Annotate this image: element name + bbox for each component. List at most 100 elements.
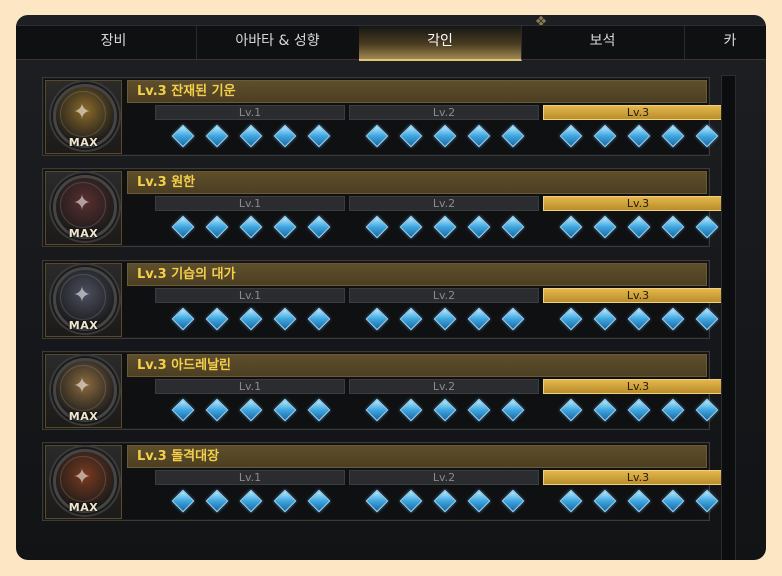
- level-label: Lv.2: [349, 379, 539, 394]
- gem-row: [349, 211, 539, 242]
- engraving-icon-box: ✦ MAX: [45, 171, 122, 245]
- engraving-title-bar: Lv.3 원한: [127, 171, 707, 194]
- level-label: Lv.3: [543, 379, 733, 394]
- engraving-card[interactable]: ✦ MAX Lv.3 돌격대장 Lv.1 Lv.2 Lv.3: [42, 442, 733, 521]
- engraving-title: Lv.3 기습의 대가: [137, 267, 236, 282]
- gem-icon: [467, 489, 491, 513]
- gem-icon: [559, 398, 583, 422]
- gem-icon: [433, 398, 457, 422]
- gem-icon: [501, 489, 525, 513]
- gem-icon: [501, 124, 525, 148]
- gem-icon: [661, 124, 685, 148]
- gem-icon: [627, 215, 651, 239]
- gem-row: [543, 485, 733, 516]
- gem-icon: [695, 215, 719, 239]
- gem-icon: [559, 215, 583, 239]
- gem-icon: [661, 215, 685, 239]
- gem-icon: [171, 398, 195, 422]
- level-label: Lv.3: [543, 105, 733, 120]
- gem-icon: [273, 215, 297, 239]
- gem-icon: [627, 307, 651, 331]
- gem-icon: [501, 398, 525, 422]
- gem-icon: [661, 489, 685, 513]
- gem-icon: [695, 307, 719, 331]
- gem-icon: [399, 489, 423, 513]
- scrollbar[interactable]: [721, 75, 736, 560]
- gem-icon: [433, 307, 457, 331]
- gem-icon: [307, 215, 331, 239]
- gem-icon: [433, 124, 457, 148]
- gem-icon: [593, 489, 617, 513]
- medal-figure-icon: ✦: [72, 191, 92, 216]
- level-segment: Lv.2: [349, 105, 539, 151]
- medal-figure-icon: ✦: [72, 374, 92, 399]
- gem-icon: [365, 489, 389, 513]
- gem-icon: [695, 489, 719, 513]
- gem-icon: [467, 307, 491, 331]
- gem-icon: [593, 307, 617, 331]
- gem-icon: [433, 489, 457, 513]
- engraving-title: Lv.3 아드레날린: [137, 358, 232, 373]
- gem-row: [349, 303, 539, 334]
- gem-icon: [365, 307, 389, 331]
- tab-gems[interactable]: 보석: [521, 26, 685, 59]
- gem-icon: [399, 215, 423, 239]
- gem-icon: [399, 124, 423, 148]
- gem-icon: [661, 307, 685, 331]
- gem-icon: [467, 215, 491, 239]
- level-segment: Lv.2: [349, 288, 539, 334]
- engraving-title: Lv.3 잔재된 기운: [137, 84, 236, 99]
- level-label: Lv.1: [155, 288, 345, 303]
- level-label: Lv.2: [349, 105, 539, 120]
- gem-icon: [171, 307, 195, 331]
- gem-icon: [171, 489, 195, 513]
- engraving-card[interactable]: ✦ MAX Lv.3 원한 Lv.1 Lv.2 Lv.3: [42, 168, 733, 247]
- gem-icon: [365, 124, 389, 148]
- gem-icon: [239, 215, 263, 239]
- engraving-card[interactable]: ✦ MAX Lv.3 기습의 대가 Lv.1 Lv.2 Lv.3: [42, 260, 733, 339]
- medal-figure-icon: ✦: [72, 100, 92, 125]
- gem-icon: [501, 307, 525, 331]
- tab-engraving[interactable]: 각인: [359, 26, 522, 61]
- level-label: Lv.2: [349, 470, 539, 485]
- level-label: Lv.2: [349, 288, 539, 303]
- level-label: Lv.1: [155, 196, 345, 211]
- tab-card[interactable]: 카: [684, 26, 766, 59]
- tab-equipment[interactable]: 장비: [31, 26, 197, 59]
- gem-row: [543, 120, 733, 151]
- engraving-title: Lv.3 돌격대장: [137, 449, 220, 464]
- level-label: Lv.1: [155, 379, 345, 394]
- level-label: Lv.3: [543, 470, 733, 485]
- gem-icon: [273, 489, 297, 513]
- engraving-icon-box: ✦ MAX: [45, 263, 122, 337]
- gem-icon: [273, 124, 297, 148]
- gem-icon: [467, 398, 491, 422]
- max-badge: MAX: [68, 227, 99, 240]
- engraving-card[interactable]: ✦ MAX Lv.3 아드레날린 Lv.1 Lv.2 Lv.3: [42, 351, 733, 430]
- engraving-title-bar: Lv.3 돌격대장: [127, 445, 707, 468]
- engraving-icon-box: ✦ MAX: [45, 445, 122, 519]
- gem-icon: [239, 398, 263, 422]
- gem-icon: [239, 307, 263, 331]
- gem-icon: [627, 398, 651, 422]
- tab-avatar[interactable]: 아바타 & 성향: [196, 26, 360, 59]
- level-segment: Lv.2: [349, 470, 539, 516]
- gem-icon: [627, 489, 651, 513]
- gem-row: [349, 394, 539, 425]
- gem-row: [155, 394, 345, 425]
- gem-row: [155, 120, 345, 151]
- gem-icon: [273, 307, 297, 331]
- level-segment: Lv.1: [155, 196, 345, 242]
- gem-icon: [695, 398, 719, 422]
- gem-icon: [171, 124, 195, 148]
- gem-row: [543, 303, 733, 334]
- level-label: Lv.2: [349, 196, 539, 211]
- tab-bar: 장비 아바타 & 성향 각인 보석 카: [16, 25, 766, 61]
- gem-icon: [307, 489, 331, 513]
- level-label: Lv.3: [543, 288, 733, 303]
- engraving-card[interactable]: ✦ MAX Lv.3 잔재된 기운 Lv.1 Lv.2 Lv.3: [42, 77, 733, 156]
- level-segment: Lv.3: [543, 105, 733, 151]
- gem-icon: [307, 398, 331, 422]
- gem-icon: [559, 307, 583, 331]
- gem-icon: [433, 215, 457, 239]
